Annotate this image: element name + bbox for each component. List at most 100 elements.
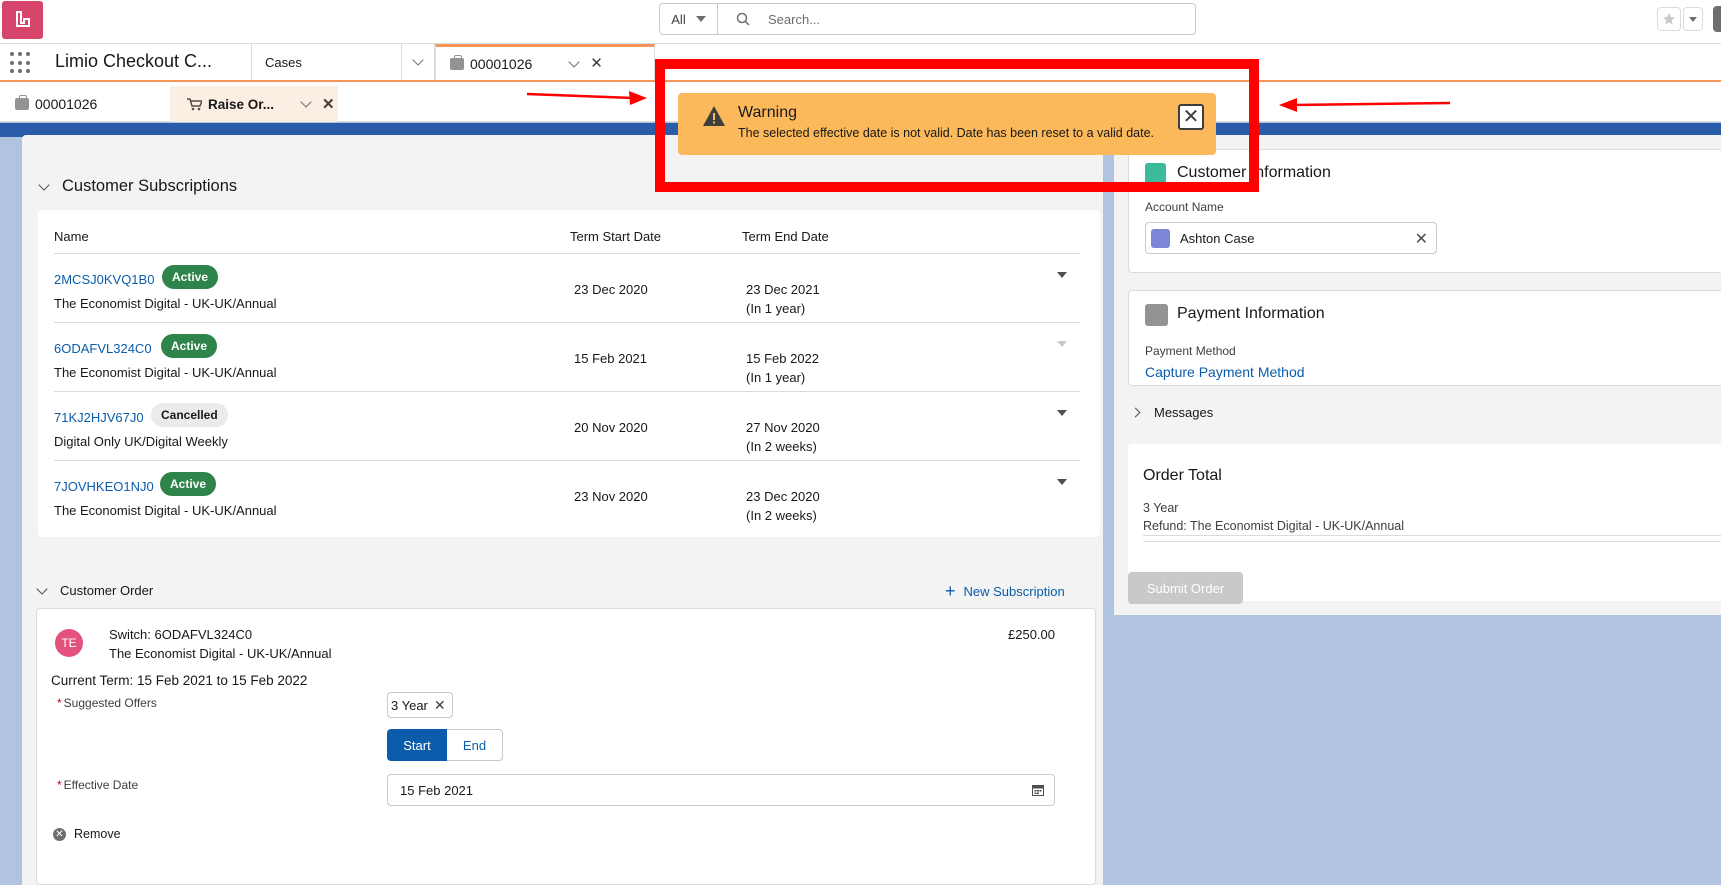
effective-date-label-text: Effective Date <box>63 778 139 792</box>
subscription-product: The Economist Digital - UK-UK/Annual <box>54 365 277 380</box>
column-header-name: Name <box>54 229 89 244</box>
chevron-down-icon[interactable] <box>568 55 580 68</box>
subscription-link[interactable]: 71KJ2HJV67J0 <box>54 410 144 425</box>
offer-value: 3 Year <box>391 697 428 713</box>
term-end-date: 15 Feb 2022 <box>746 351 820 366</box>
annotation-arrow-left <box>1279 98 1451 112</box>
search-icon <box>736 12 750 26</box>
subscriptions-section-toggle[interactable]: Customer Subscriptions <box>38 177 238 196</box>
table-row: 6ODAFVL324C0 Active The Economist Digita… <box>54 323 1080 392</box>
row-actions-icon[interactable] <box>1057 410 1067 416</box>
subscription-link[interactable]: 6ODAFVL324C0 <box>54 341 152 356</box>
term-end-relative: (In 2 weeks) <box>746 508 817 523</box>
table-header: Name Term Start Date Term End Date <box>54 229 1080 254</box>
account-icon <box>1151 228 1170 248</box>
table-row: 7JOVHKEO1NJ0 Active The Economist Digita… <box>54 461 1080 530</box>
section-title: Customer Order <box>60 583 154 598</box>
term-start-date: 23 Dec 2020 <box>574 282 648 297</box>
case-icon <box>15 95 29 110</box>
remove-icon: ✕ <box>53 827 66 841</box>
tab-label: Cases <box>265 54 302 70</box>
clear-icon[interactable]: ✕ <box>1415 229 1428 249</box>
annotation-highlight-box <box>655 59 1259 192</box>
chevron-right-icon <box>1130 407 1141 418</box>
close-icon[interactable]: ✕ <box>434 697 446 714</box>
app-name: Limio Checkout C... <box>55 51 213 71</box>
chevron-down-icon <box>695 16 706 22</box>
order-item-price: £250.00 <box>1008 627 1055 642</box>
messages-toggle[interactable]: Messages <box>1130 405 1213 420</box>
calendar-icon[interactable] <box>1032 784 1044 796</box>
suggested-offers-label: * Suggested Offers <box>57 696 157 710</box>
subtab-case[interactable]: 00001026 <box>15 86 165 122</box>
subtab-raise-order[interactable]: Raise Or... ✕ <box>170 86 338 122</box>
term-start-date: 23 Nov 2020 <box>574 489 648 504</box>
tab-cases-menu-button[interactable] <box>401 44 435 80</box>
start-end-toggle: Start End <box>387 729 503 761</box>
order-total-line: Refund: The Economist Digital - UK-UK/An… <box>1143 519 1721 536</box>
subscription-link[interactable]: 7JOVHKEO1NJ0 <box>54 479 154 494</box>
account-name: Ashton Case <box>1180 230 1255 246</box>
order-total-term: 3 Year <box>1143 501 1179 515</box>
column-header-start: Term Start Date <box>570 229 662 244</box>
remove-button[interactable]: ✕ Remove <box>53 827 121 841</box>
card-title: Payment Information <box>1177 305 1325 322</box>
chevron-down-icon <box>36 582 48 595</box>
search-input[interactable] <box>768 11 1148 27</box>
section-title: Customer Subscriptions <box>62 177 238 195</box>
term-start-date: 20 Nov 2020 <box>574 420 648 435</box>
global-header: All <box>0 0 1721 44</box>
app-launcher-icon[interactable] <box>10 52 32 74</box>
subtab-label: 00001026 <box>35 96 98 112</box>
chevron-down-icon <box>38 178 50 191</box>
close-icon[interactable]: ✕ <box>590 56 603 71</box>
capture-payment-link[interactable]: Capture Payment Method <box>1145 364 1305 380</box>
subscription-link[interactable]: 2MCSJ0KVQ1B0 <box>54 272 154 287</box>
row-actions-icon[interactable] <box>1057 479 1067 485</box>
new-subscription-button[interactable]: + New Subscription <box>945 582 1065 600</box>
account-lookup[interactable]: Ashton Case ✕ <box>1145 222 1437 254</box>
chevron-down-icon <box>1689 16 1697 22</box>
annotation-arrow-right <box>526 91 647 105</box>
column-header-end: Term End Date <box>742 229 829 244</box>
subscription-product: The Economist Digital - UK-UK/Annual <box>54 503 277 518</box>
start-button[interactable]: Start <box>387 729 447 761</box>
submit-order-button[interactable]: Submit Order <box>1128 572 1243 604</box>
chevron-down-icon <box>412 54 424 66</box>
table-row: 71KJ2HJV67J0 Cancelled Digital Only UK/D… <box>54 392 1080 461</box>
search-scope-dropdown[interactable]: All <box>660 4 718 34</box>
status-badge: Active <box>160 472 217 496</box>
subscriptions-table: Name Term Start Date Term End Date 2MCSJ… <box>38 210 1100 537</box>
payment-method-label: Payment Method <box>1145 344 1236 358</box>
suggested-offers-label-text: Suggested Offers <box>63 696 157 710</box>
required-marker: * <box>57 696 62 710</box>
global-action-icon[interactable] <box>1713 6 1721 32</box>
close-icon[interactable]: ✕ <box>322 97 335 112</box>
status-badge: Cancelled <box>151 403 228 427</box>
row-actions-icon[interactable] <box>1057 272 1067 278</box>
favorites-menu-button[interactable] <box>1683 7 1703 31</box>
chevron-down-icon[interactable] <box>300 96 312 108</box>
term-end-relative: (In 1 year) <box>746 301 806 316</box>
effective-date-label: * Effective Date <box>57 778 138 792</box>
end-button[interactable]: End <box>447 729 503 761</box>
favorites-button[interactable] <box>1657 7 1681 31</box>
tab-cases[interactable]: Cases <box>251 44 401 80</box>
suggested-offer-pill[interactable]: 3 Year ✕ <box>387 692 453 718</box>
app-logo-icon[interactable] <box>2 1 43 39</box>
order-workspace: Customer Subscriptions Name Term Start D… <box>22 135 1103 885</box>
term-end-date: 23 Dec 2020 <box>746 489 820 504</box>
account-name-label: Account Name <box>1145 200 1224 214</box>
order-summary-panel: Customer Information Account Name Ashton… <box>1114 135 1721 615</box>
order-item-product: The Economist Digital - UK-UK/Annual <box>109 646 332 661</box>
new-subscription-label: New Subscription <box>963 583 1065 599</box>
order-item-title: Switch: 6ODAFVL324C0 <box>109 627 253 642</box>
tab-case-00001026[interactable]: 00001026 ✕ <box>435 44 655 80</box>
term-end-date: 27 Nov 2020 <box>746 420 820 435</box>
customer-order-section-toggle[interactable]: Customer Order <box>36 582 154 598</box>
payment-information-card: Payment Information Payment Method Captu… <box>1128 290 1721 386</box>
global-search: All <box>659 3 1196 35</box>
row-actions-icon[interactable] <box>1057 341 1067 347</box>
current-term: Current Term: 15 Feb 2021 to 15 Feb 2022 <box>51 673 308 688</box>
effective-date-input[interactable]: 15 Feb 2021 <box>387 774 1055 806</box>
